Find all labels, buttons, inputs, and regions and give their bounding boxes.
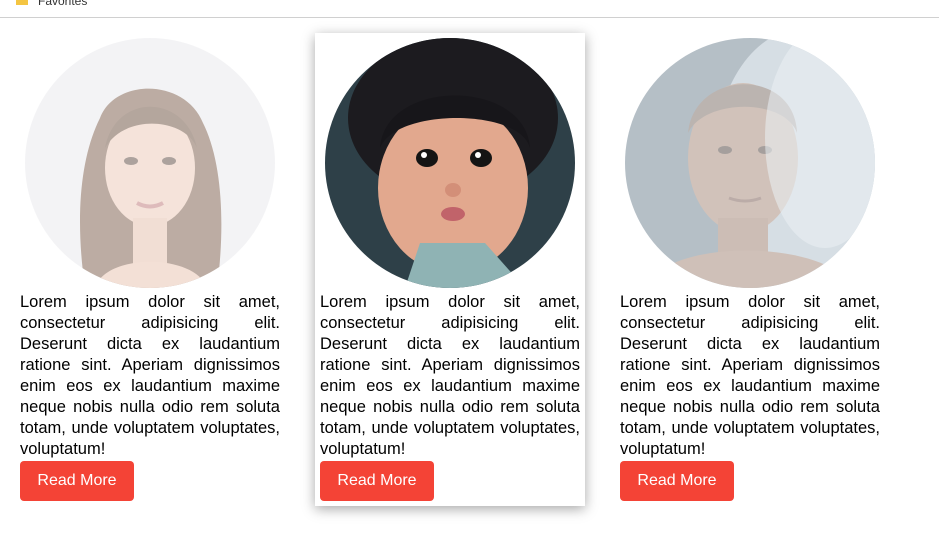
card-description: Lorem ipsum dolor sit amet, consectetur … <box>20 293 280 458</box>
card-description: Lorem ipsum dolor sit amet, consectetur … <box>620 293 880 458</box>
read-more-button[interactable]: Read More <box>320 461 434 501</box>
profile-card-child: Lorem ipsum dolor sit amet, consectetur … <box>315 33 585 506</box>
card-description: Lorem ipsum dolor sit amet, consectetur … <box>320 293 580 458</box>
folder-icon[interactable] <box>16 0 28 5</box>
profile-card-man: Lorem ipsum dolor sit amet, consectetur … <box>615 33 885 506</box>
profile-card-woman: Lorem ipsum dolor sit amet, consectetur … <box>15 33 285 506</box>
avatar <box>25 38 275 288</box>
avatar <box>325 38 575 288</box>
read-more-button[interactable]: Read More <box>20 461 134 501</box>
favorites-label[interactable]: Favorites <box>38 0 87 8</box>
avatar <box>625 38 875 288</box>
read-more-button[interactable]: Read More <box>620 461 734 501</box>
favorites-bar: Favorites <box>0 0 939 18</box>
